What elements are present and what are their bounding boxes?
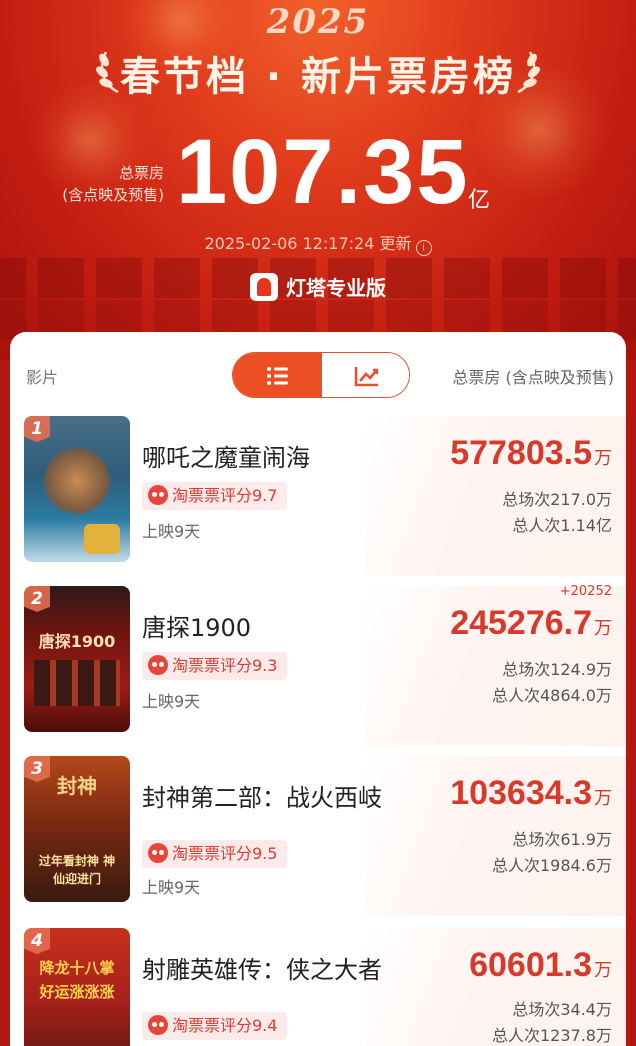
poster-title: 唐探1900	[38, 632, 116, 651]
box-office-delta: +20252	[559, 584, 612, 599]
days-released: 上映9天	[142, 878, 201, 897]
total-label-line1: 总票房	[118, 164, 164, 182]
view-toggle[interactable]	[232, 352, 410, 398]
movie-row[interactable]: 3 封神 过年看封神 神仙迎进门 封神第二部：战火西岐 淘票票评分9.5 上映9…	[10, 756, 626, 916]
total-box-office-value: 107.35	[176, 121, 470, 223]
rank-badge: 4	[24, 928, 50, 954]
movie-row[interactable]: 4 降龙十八掌 好运涨涨涨 射雕英雄传：侠之大者 淘票票评分9.4 60601.…	[10, 928, 626, 1046]
movie-poster[interactable]: 1	[24, 416, 130, 562]
movie-title[interactable]: 唐探1900	[142, 610, 388, 646]
rating-badge: 淘票票评分9.3	[142, 652, 288, 680]
rating-badge: 淘票票评分9.5	[142, 840, 288, 868]
poster-title: 封神	[57, 774, 97, 798]
rank-badge: 2	[24, 586, 50, 612]
update-text: 2025-02-06 12:17:24 更新	[204, 234, 412, 253]
taopiaopiao-icon	[148, 485, 168, 505]
laurel-icon	[517, 51, 540, 94]
movie-row[interactable]: 1 哪吒之魔童闹海 淘票票评分9.7 上映9天 577803.5 万 总场次217…	[10, 416, 626, 576]
taopiaopiao-icon	[148, 843, 168, 863]
movie-poster[interactable]: 2 唐探1900	[24, 586, 130, 732]
taopiaopiao-icon	[148, 655, 168, 675]
info-icon[interactable]: i	[415, 240, 432, 256]
days-released: 上映9天	[142, 522, 201, 541]
box-office-value: 103634.3 万	[450, 774, 612, 812]
total-admissions: 总人次1984.6万	[492, 856, 612, 875]
box-office-value: 245276.7 万	[450, 604, 612, 642]
taopiaopiao-icon	[148, 1015, 168, 1035]
hero-banner: 2025 春节档 · 新片票房榜 总票房 (含点映及预售) 107.35 亿 2…	[0, 0, 636, 360]
column-header-box-office: 总票房 (含点映及预售)	[452, 368, 614, 387]
lighthouse-logo-icon	[250, 273, 278, 301]
total-shows: 总场次61.9万	[512, 830, 612, 849]
movie-title[interactable]: 封神第二部：战火西岐	[142, 780, 388, 816]
total-shows: 总场次124.9万	[502, 660, 612, 679]
list-icon	[267, 367, 288, 385]
total-shows: 总场次34.4万	[512, 1000, 612, 1019]
movie-title[interactable]: 哪吒之魔童闹海	[142, 440, 388, 476]
brand-name: 灯塔专业版	[286, 276, 386, 300]
box-office-value: 60601.3 万	[469, 946, 612, 984]
list-view-button[interactable]	[233, 353, 322, 397]
total-shows: 总场次217.0万	[502, 490, 612, 509]
rating-badge: 淘票票评分9.7	[142, 482, 288, 510]
poster-caption: 过年看封神 神仙迎进门	[38, 854, 116, 886]
total-admissions: 总人次4864.0万	[492, 686, 612, 705]
brand: 灯塔专业版	[0, 272, 636, 301]
total-admissions: 总人次1.14亿	[512, 516, 612, 535]
trend-view-button[interactable]	[322, 353, 409, 397]
update-timestamp: 2025-02-06 12:17:24 更新 i	[0, 230, 636, 256]
movie-row[interactable]: 2 唐探1900 唐探1900 淘票票评分9.3 上映9天 +20252 245…	[10, 584, 626, 746]
trend-icon	[354, 367, 379, 387]
total-box-office-unit: 亿	[468, 188, 491, 213]
movie-title[interactable]: 射雕英雄传：侠之大者	[142, 952, 388, 988]
movie-poster[interactable]: 3 封神 过年看封神 神仙迎进门	[24, 756, 130, 902]
total-label-line2: (含点映及预售)	[62, 186, 164, 204]
movie-poster[interactable]: 4 降龙十八掌 好运涨涨涨	[24, 928, 130, 1046]
rank-badge: 1	[24, 416, 50, 442]
ranking-panel: 影片 总票房 (含点映及预售) 1 哪吒之魔童闹海 淘票票评分9.7 上映9天 …	[10, 332, 626, 1046]
rating-badge: 淘票票评分9.4	[142, 1012, 288, 1040]
year-logo: 2025	[266, 2, 370, 42]
total-admissions: 总人次1237.8万	[492, 1026, 612, 1045]
total-box-office-label: 总票房 (含点映及预售)	[40, 162, 164, 206]
poster-title: 降龙十八掌 好运涨涨涨	[39, 959, 115, 1001]
days-released: 上映9天	[142, 692, 201, 711]
column-header-movie: 影片	[26, 368, 59, 387]
box-office-value: 577803.5 万	[450, 434, 612, 472]
